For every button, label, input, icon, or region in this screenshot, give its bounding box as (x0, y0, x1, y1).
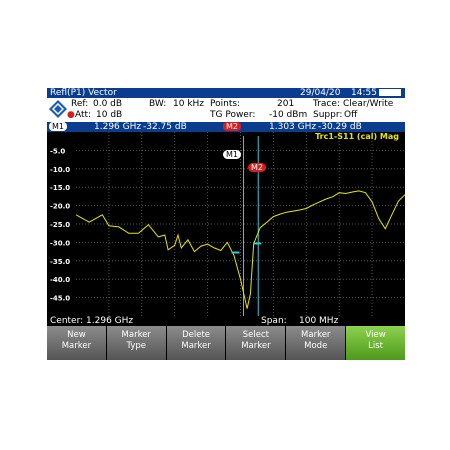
y-tick-label: -5.0 (50, 147, 65, 155)
ref-label: Ref: (71, 99, 89, 109)
battery-icon (379, 89, 401, 96)
delete-marker-softkey[interactable]: Delete Marker (166, 326, 226, 360)
trace-label: Trc1-S11 (cal) Mag (315, 132, 399, 141)
trace-value: Clear/Write (343, 99, 394, 109)
trace-label: Trace: (313, 99, 340, 109)
y-tick-label: -20.0 (50, 203, 70, 211)
date: 29/04/20 (300, 88, 341, 98)
att-dot-icon: ● (67, 110, 75, 120)
new-marker-softkey[interactable]: New Marker (47, 326, 106, 360)
marker-1-flag[interactable]: M1 (223, 150, 241, 159)
trace-plot[interactable]: -5.0 -10.0 -15.0 -20.0 -25.0 -30.0 -35.0 -40.0 -… (47, 132, 405, 316)
span-value: 100 MHz (299, 316, 339, 326)
suppr-value: Off (344, 110, 358, 120)
measurement-title: Refl(P1) Vector (50, 88, 117, 98)
plot-grid (76, 132, 405, 316)
span-label: Span: (261, 316, 287, 326)
marker-2-level: -30.29 dB (318, 122, 362, 132)
center-span-bar: Center: 1.296 GHz Span: 100 MHz (47, 316, 405, 326)
marker-1-badge[interactable]: M1 (49, 122, 67, 131)
y-tick-label: -10.0 (50, 166, 70, 174)
y-tick-label: -45.0 (50, 295, 70, 303)
tg-power-value: -10 dBm (269, 110, 308, 120)
y-tick-label: -40.0 (50, 276, 70, 284)
tg-power-label: TG Power: (210, 110, 256, 120)
y-tick-label: -35.0 (50, 258, 70, 266)
bw-label: BW: (149, 99, 167, 109)
trace-plot-svg: -5.0 -10.0 -15.0 -20.0 -25.0 -30.0 -35.0 -40.0 -… (50, 132, 405, 316)
view-list-softkey[interactable]: View List (346, 326, 405, 360)
att-value: 10 dB (96, 110, 123, 120)
time: 14:55 (351, 88, 377, 98)
att-label: Att: (75, 110, 92, 120)
points-label: Points: (210, 99, 241, 109)
title-bar: Refl(P1) Vector 29/04/20 14:55 (47, 88, 405, 98)
select-marker-softkey[interactable]: Select Marker (226, 326, 286, 360)
y-tick-labels: -5.0 -10.0 -15.0 -20.0 -25.0 -30.0 -35.0 -40.0 -… (50, 147, 70, 302)
settings-bar: Ref: 0.0 dB ● Att: 10 dB BW: 10 kHz Poin… (47, 98, 405, 122)
rohde-schwarz-logo-icon (49, 100, 67, 118)
analyzer-screen: Refl(P1) Vector 29/04/20 14:55 Ref: 0.0 … (47, 88, 405, 360)
softkey-bar: New Marker Marker Type Delete Marker Select… (47, 326, 405, 360)
bw-value: 10 kHz (173, 99, 205, 109)
marker-2-freq: 1.303 GHz (269, 122, 317, 132)
y-tick-label: -25.0 (50, 221, 70, 229)
marker-1-freq: 1.296 GHz (94, 122, 142, 132)
marker-2-flag[interactable]: M2 (248, 163, 266, 172)
marker-2-badge[interactable]: M2 (223, 122, 241, 131)
center-frequency: Center: 1.296 GHz (50, 316, 134, 326)
y-tick-label: -30.0 (50, 239, 70, 247)
marker-type-softkey[interactable]: Marker Type (106, 326, 166, 360)
ref-value: 0.0 dB (93, 99, 123, 109)
suppr-label: Suppr: (313, 110, 343, 120)
marker-1-level: -32.75 dB (143, 122, 187, 132)
y-tick-label: -15.0 (50, 184, 70, 192)
points-value: 201 (277, 99, 295, 109)
marker-mode-softkey[interactable]: Marker Mode (286, 326, 346, 360)
marker-bar: M1 1.296 GHz -32.75 dB M2 1.303 GHz -30.… (47, 122, 405, 132)
